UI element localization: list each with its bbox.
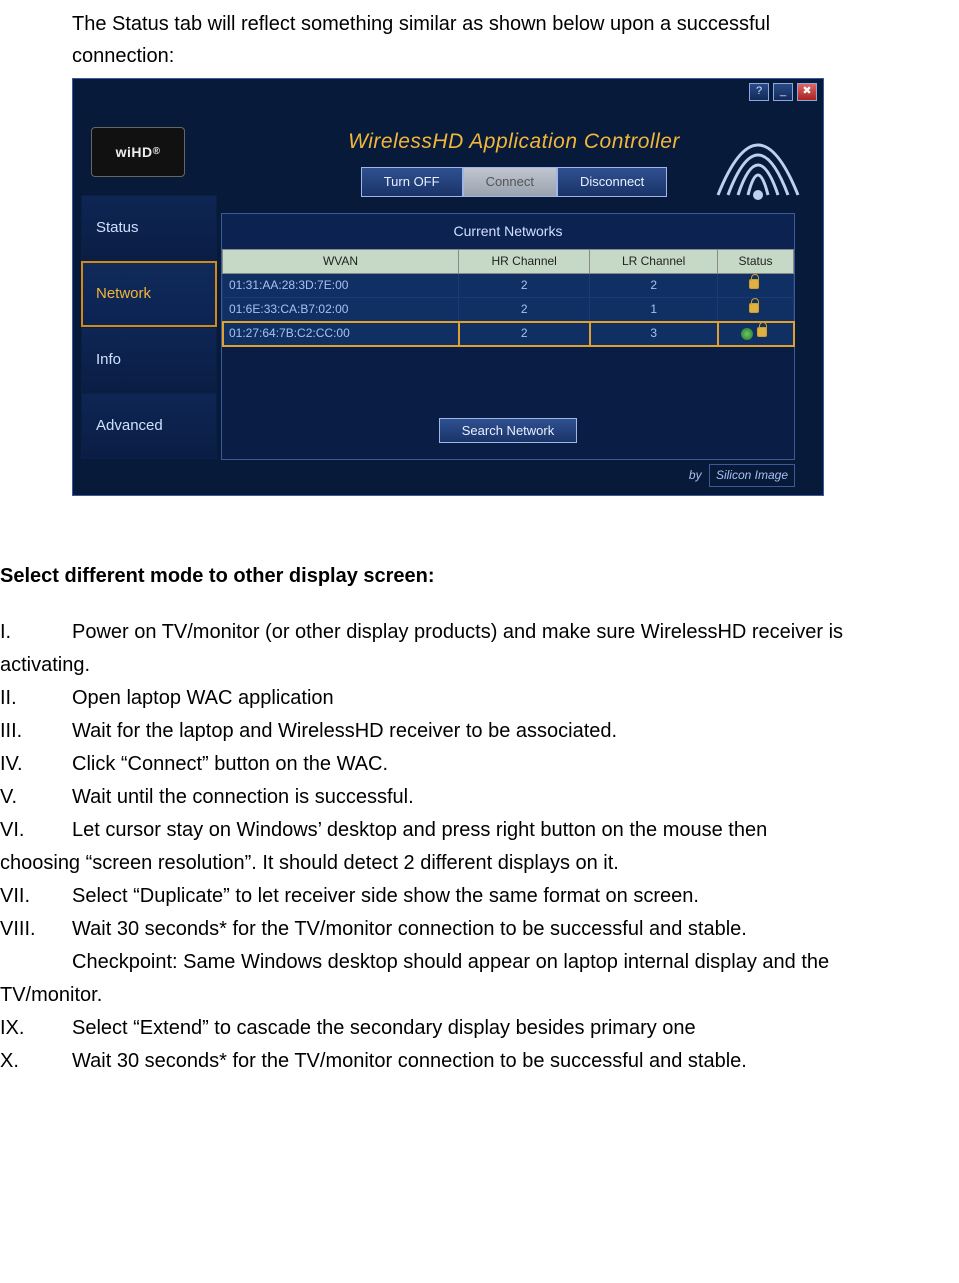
step-text: Checkpoint: Same Windows desktop should … [72,946,959,979]
minimize-icon[interactable]: _ [773,83,793,101]
step-text: Wait for the laptop and WirelessHD recei… [72,715,959,748]
step-number: VI. [0,814,72,847]
networks-panel: Current Networks WVAN HR Channel LR Chan… [221,213,795,459]
silicon-image-logo: Silicon Image [709,464,795,487]
networks-panel-title: Current Networks [222,214,794,248]
section-heading: Select different mode to other display s… [0,560,959,592]
wihd-logo: wiHD® [91,127,185,177]
tab-status[interactable]: Status [81,195,217,261]
step-number: VIII. [0,913,72,946]
step-text: Wait until the connection is successful. [72,781,959,814]
turn-off-button[interactable]: Turn OFF [361,167,463,198]
help-icon[interactable]: ? [749,83,769,101]
step-number: II. [0,682,72,715]
step-number: V. [0,781,72,814]
connect-button[interactable]: Connect [463,167,557,198]
step-number: I. [0,616,72,649]
lock-icon [749,303,759,313]
step-text: activating. [0,649,959,682]
lock-icon [749,279,759,289]
table-row[interactable]: 01:27:64:7B:C2:CC:00 2 3 [223,322,794,346]
step-number: X. [0,1045,72,1078]
step-text: Select “Extend” to cascade the secondary… [72,1012,959,1045]
col-lr: LR Channel [590,249,718,273]
table-row[interactable]: 01:6E:33:CA:B7:02:00 2 1 [223,298,794,322]
speaker-icon [741,328,753,340]
table-row[interactable]: 01:31:AA:28:3D:7E:00 2 2 [223,273,794,297]
step-number: VII. [0,880,72,913]
lock-icon [757,327,767,337]
intro-text: The Status tab will reflect something si… [72,8,802,72]
step-text: Open laptop WAC application [72,682,959,715]
step-text: Wait 30 seconds* for the TV/monitor conn… [72,913,959,946]
step-text: Power on TV/monitor (or other display pr… [72,616,959,649]
footer-brand: by Silicon Image [221,460,807,495]
col-wvan: WVAN [223,249,459,273]
step-number: III. [0,715,72,748]
disconnect-button[interactable]: Disconnect [557,167,667,198]
step-text: Click “Connect” button on the WAC. [72,748,959,781]
col-hr: HR Channel [459,249,590,273]
step-text: Wait 30 seconds* for the TV/monitor conn… [72,1045,959,1078]
tab-advanced[interactable]: Advanced [81,393,217,459]
step-text: Let cursor stay on Windows’ desktop and … [72,814,959,847]
app-window: ? _ ✖ wiHD® Status Network Info Advanced [72,78,824,496]
networks-table: WVAN HR Channel LR Channel Status 01:31:… [222,249,794,347]
step-text: Select “Duplicate” to let receiver side … [72,880,959,913]
col-status: Status [718,249,794,273]
step-text: TV/monitor. [0,979,959,1012]
tab-info[interactable]: Info [81,327,217,393]
step-number: IV. [0,748,72,781]
search-network-button[interactable]: Search Network [439,418,577,443]
wireless-signal-icon [703,115,813,205]
titlebar: ? _ ✖ [73,79,823,103]
close-icon[interactable]: ✖ [797,83,817,101]
step-number: IX. [0,1012,72,1045]
tab-network[interactable]: Network [81,261,217,327]
step-text: choosing “screen resolution”. It should … [0,847,959,880]
